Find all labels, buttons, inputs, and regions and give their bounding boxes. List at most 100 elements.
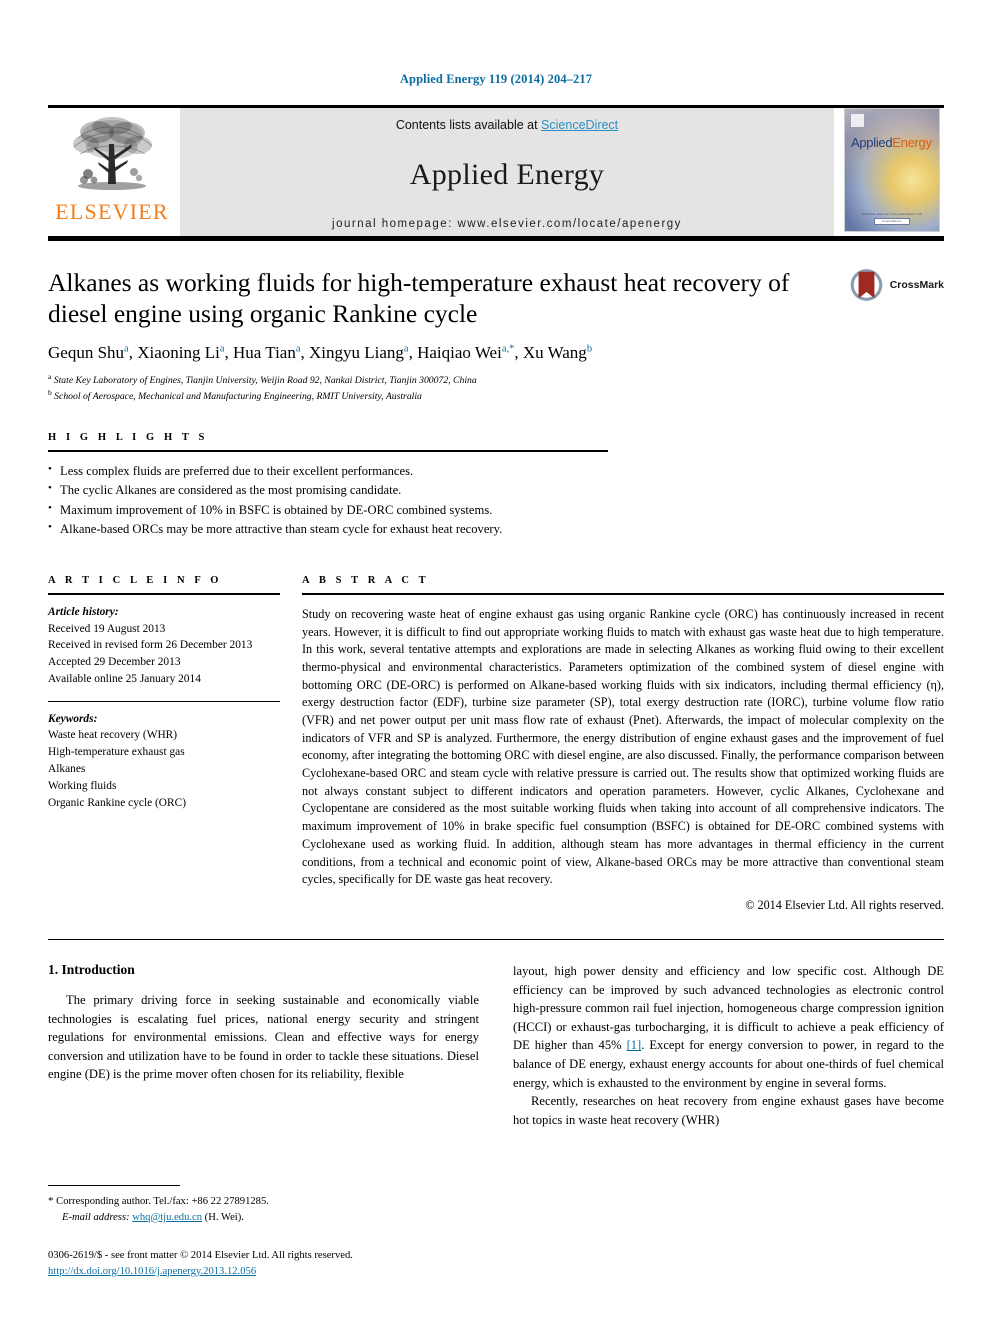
article-info-column: A R T I C L E I N F O Article history: R…	[48, 575, 280, 913]
journal-masthead: ELSEVIER Contents lists available at Sci…	[48, 105, 944, 236]
author-affil-mark: a	[403, 343, 409, 355]
doi-link[interactable]: http://dx.doi.org/10.1016/j.apenergy.201…	[48, 1266, 256, 1277]
cover-title: AppliedEnergy	[851, 135, 932, 150]
keyword-item: Alkanes	[48, 763, 86, 775]
abstract-heading: A B S T R A C T	[302, 574, 430, 586]
history-item: Received in revised form 26 December 201…	[48, 639, 253, 652]
elsevier-wordmark: ELSEVIER	[55, 199, 169, 224]
author-affil-mark: b	[586, 343, 593, 355]
paragraph: Recently, researches on heat recovery fr…	[513, 1094, 944, 1127]
highlights-rule	[48, 450, 608, 453]
keyword-item: High-temperature exhaust gas	[48, 746, 185, 759]
history-item: Received 19 August 2013	[48, 622, 166, 635]
keyword-item: Working fluids	[48, 779, 117, 792]
list-item: The cyclic Alkanes are considered as the…	[48, 480, 944, 500]
journal-cover-image: AppliedEnergy Available online at www.sc…	[844, 108, 940, 232]
journal-title: Applied Energy	[409, 158, 605, 191]
cover-foot-text: Available online at www.sciencedirect.co…	[861, 212, 923, 216]
author-item: Hua Tiana	[233, 343, 301, 362]
list-item: Maximum improvement of 10% in BSFC is ob…	[48, 500, 944, 520]
author-name: Xu Wang	[522, 342, 587, 362]
elsevier-logo-block: ELSEVIER	[48, 108, 176, 236]
cover-publisher-logo-icon	[851, 114, 864, 127]
keyword-item: Organic Rankine cycle (ORC)	[48, 796, 187, 809]
page-footer: 0306-2619/$ - see front matter © 2014 El…	[48, 1248, 353, 1280]
body-column-right: layout, high power density and efficienc…	[513, 962, 944, 1130]
author-name: Hua Tian	[233, 342, 296, 362]
journal-article-page: Applied Energy 119 (2014) 204–217 ELSEVI…	[0, 0, 992, 1323]
corresponding-author-note: * Corresponding author. Tel./fax: +86 22…	[48, 1193, 479, 1226]
keyword-item: Waste heat recovery (WHR)	[48, 729, 178, 742]
journal-header-band: Contents lists available at ScienceDirec…	[180, 108, 834, 236]
crossmark-badge[interactable]: CrossMark	[848, 263, 944, 307]
author-item: Xiaoning Lia	[137, 343, 224, 362]
elsevier-tree-icon	[73, 117, 153, 190]
highlights-list: Less complex fluids are preferred due to…	[48, 461, 944, 539]
list-item: Alkane-based ORCs may be more attractive…	[48, 519, 944, 539]
keywords-group: Keywords: Waste heat recovery (WHR) High…	[48, 711, 280, 812]
issn-copyright-line: 0306-2619/$ - see front matter © 2014 El…	[48, 1250, 353, 1261]
footnote-rule	[48, 1185, 180, 1186]
article-history-label: Article history:	[48, 605, 119, 618]
section-heading-introduction: 1. Introduction	[48, 961, 135, 977]
info-and-abstract: A R T I C L E I N F O Article history: R…	[48, 539, 944, 913]
author-item: Xu Wangb	[523, 343, 592, 362]
affiliation-mark: a	[48, 371, 52, 381]
article-info-rule	[48, 592, 280, 595]
article-info-separator	[48, 700, 280, 702]
highlights-section: H I G H L I G H T S Less complex fluids …	[48, 404, 944, 539]
contents-available-line: Contents lists available at ScienceDirec…	[396, 118, 618, 132]
author-affil-mark: a,*	[501, 343, 515, 355]
author-list: Gequn Shua, Xiaoning Lia, Hua Tiana, Xin…	[48, 342, 593, 362]
cover-title-energy: Energy	[892, 135, 932, 150]
affiliation-text: State Key Laboratory of Engines, Tianjin…	[53, 374, 477, 386]
author-name: Gequn Shu	[48, 342, 125, 362]
keywords-label: Keywords:	[48, 712, 98, 725]
affiliation-text: School of Aerospace, Mechanical and Manu…	[54, 391, 422, 403]
email-label: E-mail address:	[62, 1211, 130, 1223]
abstract-copyright: © 2014 Elsevier Ltd. All rights reserved…	[745, 897, 944, 912]
author-item: Xingyu Lianga	[309, 343, 409, 362]
author-name: Xiaoning Li	[137, 342, 220, 362]
affiliation-list: a State Key Laboratory of Engines, Tianj…	[48, 372, 944, 405]
journal-cover-block: AppliedEnergy Available online at www.sc…	[840, 108, 944, 236]
article-history-group: Article history: Received 19 August 2013…	[48, 604, 280, 688]
email-link[interactable]: whq@tju.edu.cn	[132, 1212, 202, 1223]
list-item: Less complex fluids are preferred due to…	[48, 461, 944, 481]
citation-link-1[interactable]: [1]	[627, 1038, 642, 1052]
author-affil-mark: a	[295, 343, 301, 355]
article-title-area: Alkanes as working fluids for high-tempe…	[48, 241, 944, 404]
cover-foot-badge: ScienceDirect	[874, 218, 910, 225]
author-item: Gequn Shua	[48, 343, 129, 362]
sciencedirect-link[interactable]: ScienceDirect	[541, 118, 618, 132]
crossmark-label: CrossMark	[889, 279, 944, 291]
affiliation-item: b School of Aerospace, Mechanical and Ma…	[48, 388, 944, 404]
author-affil-mark: a	[219, 343, 225, 355]
corresponding-author-text: Corresponding author. Tel./fax: +86 22 2…	[56, 1196, 269, 1207]
paragraph: The primary driving force in seeking sus…	[48, 992, 479, 1082]
footnote-area: * Corresponding author. Tel./fax: +86 22…	[48, 1185, 479, 1226]
affiliation-mark: b	[48, 388, 52, 398]
corresponding-author-star: *	[48, 1195, 54, 1207]
author-name: Xingyu Liang	[309, 342, 404, 362]
highlights-heading: H I G H L I G H T S	[48, 432, 208, 444]
author-affil-mark: a	[124, 343, 129, 355]
abstract-column: A B S T R A C T Study on recovering wast…	[302, 575, 944, 913]
email-suffix: (H. Wei).	[204, 1211, 244, 1223]
abstract-rule	[302, 592, 944, 595]
history-item: Available online 25 January 2014	[48, 672, 201, 685]
journal-homepage[interactable]: journal homepage: www.elsevier.com/locat…	[332, 218, 682, 230]
body-column-left: 1. Introduction The primary driving forc…	[48, 962, 479, 1130]
crossmark-icon	[850, 269, 883, 301]
cover-title-applied: Applied	[851, 135, 893, 150]
running-head: Applied Energy 119 (2014) 204–217	[399, 72, 593, 86]
page-title: Alkanes as working fluids for high-tempe…	[48, 268, 790, 329]
article-info-heading: A R T I C L E I N F O	[48, 574, 223, 586]
history-item: Accepted 29 December 2013	[48, 656, 181, 669]
paragraph: layout, high power density and efficienc…	[513, 962, 944, 1092]
author-item: Haiqiao Weia,*	[417, 343, 514, 362]
abstract-text: Study on recovering waste heat of engine…	[302, 606, 944, 887]
cover-footer: Available online at www.sciencedirect.co…	[845, 212, 939, 225]
author-name: Haiqiao Wei	[417, 342, 502, 362]
contents-prefix: Contents lists available at	[395, 118, 542, 132]
